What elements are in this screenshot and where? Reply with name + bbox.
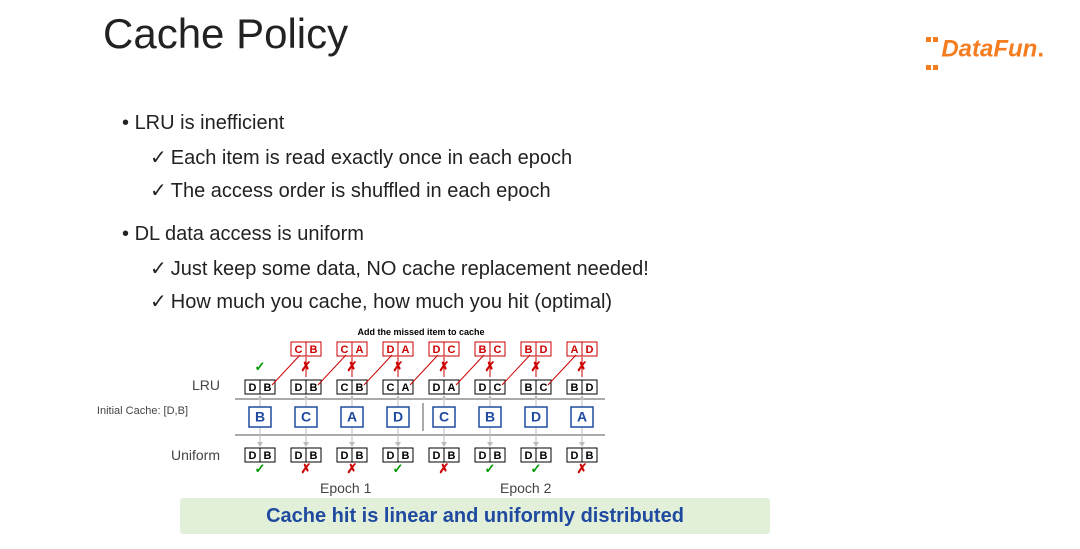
svg-text:C: C [295, 344, 303, 356]
footer-banner: Cache hit is linear and uniformly distri… [180, 498, 770, 534]
cache-diagram: LRU Initial Cache: [D,B] Uniform Epoch 1… [120, 325, 750, 485]
svg-text:✗: ✗ [347, 461, 358, 476]
svg-text:B: B [310, 344, 318, 356]
svg-text:A: A [571, 344, 579, 356]
svg-text:D: D [433, 344, 441, 356]
svg-text:D: D [586, 344, 594, 356]
svg-text:✓: ✓ [485, 461, 496, 476]
svg-text:✓: ✓ [393, 461, 404, 476]
svg-text:Add the missed item to cache: Add the missed item to cache [357, 327, 484, 337]
svg-text:B: B [525, 344, 533, 356]
svg-text:✗: ✗ [577, 359, 588, 374]
svg-text:✓: ✓ [255, 461, 266, 476]
svg-text:✗: ✗ [301, 461, 312, 476]
svg-text:A: A [402, 382, 410, 394]
svg-text:D: D [479, 382, 487, 394]
svg-text:B: B [485, 409, 495, 425]
svg-text:C: C [448, 344, 456, 356]
svg-text:✗: ✗ [577, 461, 588, 476]
svg-text:✗: ✗ [393, 359, 404, 374]
svg-text:A: A [402, 344, 410, 356]
bullet-1: LRU is inefficient [122, 108, 649, 139]
svg-text:A: A [356, 344, 364, 356]
svg-text:✓: ✓ [531, 461, 542, 476]
svg-text:✗: ✗ [439, 461, 450, 476]
svg-text:B: B [525, 382, 533, 394]
svg-text:✗: ✗ [531, 359, 542, 374]
bullet-1-sub-1: Each item is read exactly once in each e… [150, 143, 649, 174]
svg-text:B: B [479, 344, 487, 356]
svg-text:B: B [356, 382, 364, 394]
svg-text:A: A [577, 409, 587, 425]
svg-text:C: C [387, 382, 395, 394]
diagram-svg: Add the missed item to cache✓DBBDB✓CB✗DB… [120, 325, 750, 485]
svg-text:✗: ✗ [439, 359, 450, 374]
svg-text:C: C [494, 382, 502, 394]
slide-title: Cache Policy [103, 10, 348, 58]
brand-name: DataFun [941, 35, 1037, 62]
svg-text:D: D [393, 409, 403, 425]
svg-text:D: D [387, 344, 395, 356]
svg-text:D: D [433, 382, 441, 394]
logo-dots-icon [925, 22, 939, 78]
brand-suffix: . [1037, 35, 1044, 62]
svg-text:C: C [341, 344, 349, 356]
svg-text:C: C [540, 382, 548, 394]
svg-text:B: B [255, 409, 265, 425]
svg-text:D: D [295, 382, 303, 394]
svg-text:C: C [341, 382, 349, 394]
bullet-2-sub-1: Just keep some data, NO cache replacemen… [150, 254, 649, 285]
svg-text:C: C [439, 409, 449, 425]
brand-logo: DataFun. [925, 22, 1044, 78]
bullet-2-sub-2: How much you cache, how much you hit (op… [150, 287, 649, 318]
svg-text:D: D [540, 344, 548, 356]
svg-text:C: C [494, 344, 502, 356]
bullet-1-sub-2: The access order is shuffled in each epo… [150, 176, 649, 207]
svg-text:✗: ✗ [485, 359, 496, 374]
svg-text:A: A [448, 382, 456, 394]
svg-text:C: C [301, 409, 311, 425]
bullet-list: LRU is inefficient Each item is read exa… [122, 108, 649, 320]
svg-text:B: B [264, 382, 272, 394]
svg-text:D: D [586, 382, 594, 394]
svg-text:B: B [571, 382, 579, 394]
svg-text:D: D [531, 409, 541, 425]
svg-text:✓: ✓ [255, 359, 266, 374]
svg-text:✗: ✗ [301, 359, 312, 374]
svg-text:D: D [249, 382, 257, 394]
svg-text:B: B [310, 382, 318, 394]
bullet-2: DL data access is uniform [122, 219, 649, 250]
slide: Cache Policy DataFun. LRU is inefficient… [0, 0, 1080, 549]
svg-text:✗: ✗ [347, 359, 358, 374]
svg-text:A: A [347, 409, 357, 425]
